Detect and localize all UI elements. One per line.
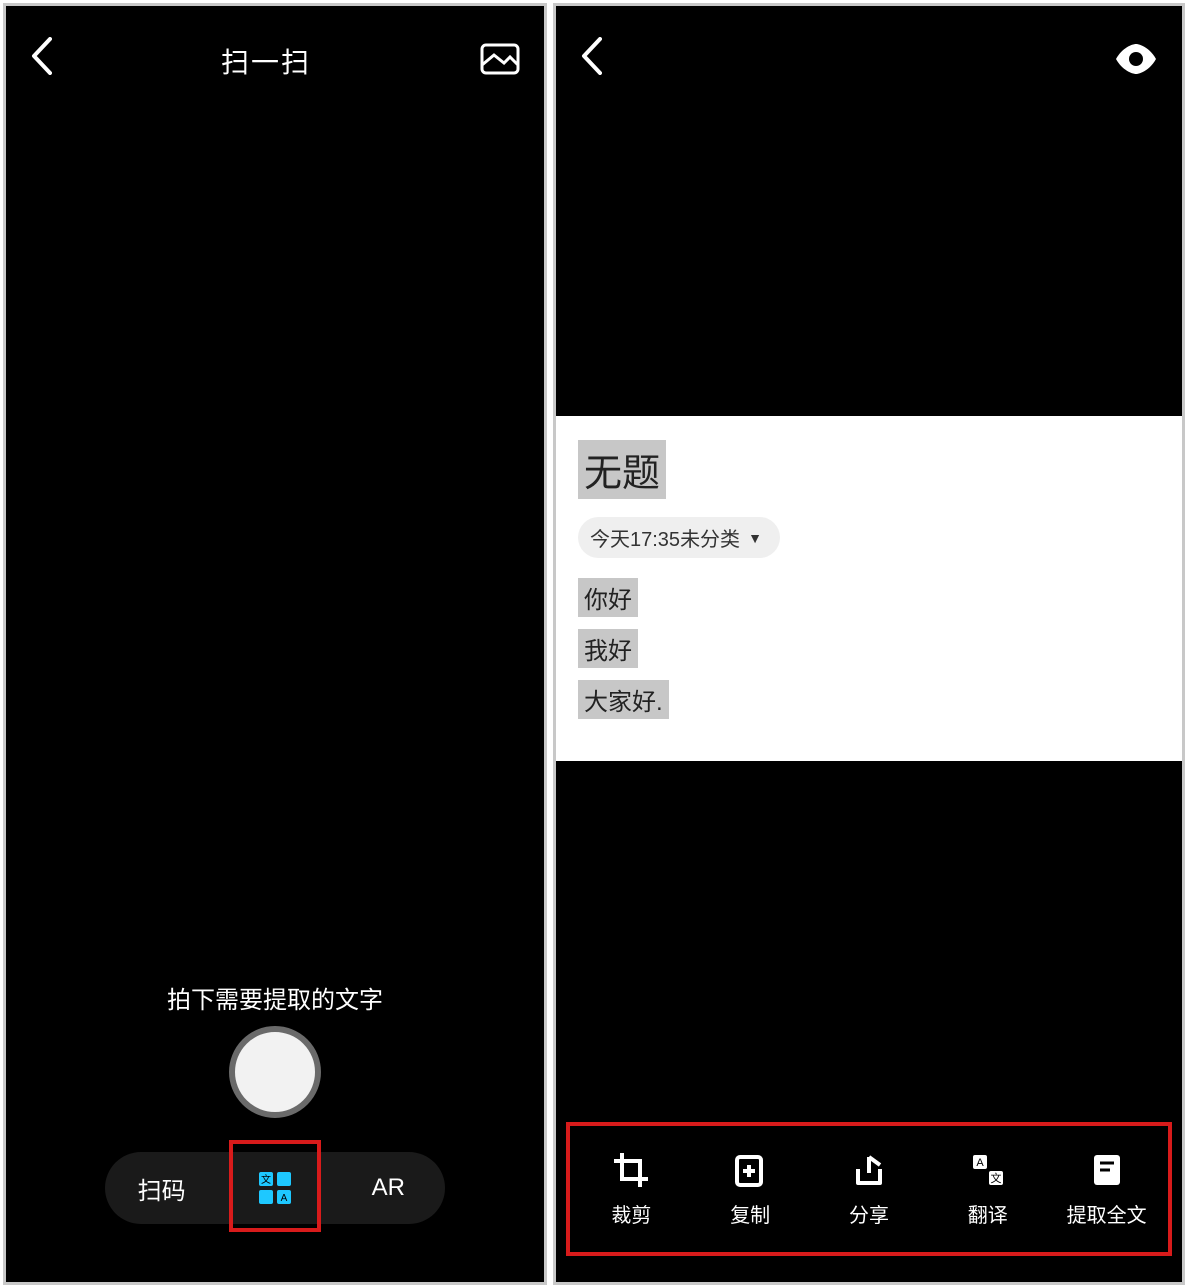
note-title[interactable]: 无题 [578, 440, 666, 499]
gallery-icon[interactable] [480, 43, 520, 80]
mode-translate-icon[interactable]: 文A [231, 1160, 319, 1216]
back-icon[interactable] [580, 37, 602, 85]
share-label: 分享 [849, 1199, 889, 1228]
note-line[interactable]: 我好 [578, 629, 638, 668]
copy-button[interactable]: 复制 [691, 1151, 810, 1228]
page-title: 扫一扫 [221, 41, 311, 81]
extract-label: 提取全文 [1067, 1199, 1147, 1228]
share-button[interactable]: 分享 [810, 1151, 929, 1228]
back-icon[interactable] [30, 37, 52, 85]
hint-text: 拍下需要提取的文字 [6, 980, 544, 1015]
copy-label: 复制 [730, 1199, 770, 1228]
content-panel: 无题 今天17:35未分类 ▼ 你好 我好 大家好. [556, 416, 1182, 761]
note-timestamp: 今天17:35 [590, 523, 680, 552]
translate-label: 翻译 [968, 1199, 1008, 1228]
extract-button[interactable]: 提取全文 [1047, 1151, 1166, 1228]
shutter-button[interactable] [229, 1026, 321, 1118]
note-meta[interactable]: 今天17:35未分类 ▼ [578, 517, 780, 558]
crop-label: 裁剪 [611, 1199, 651, 1228]
note-line[interactable]: 你好 [578, 578, 638, 617]
bottom-toolbar: 裁剪 复制 分享 A文 翻译 提取全文 [556, 1134, 1182, 1244]
eye-icon[interactable] [1114, 44, 1158, 79]
right-screen: 无题 今天17:35未分类 ▼ 你好 我好 大家好. 裁剪 复制 分享 A文 翻… [553, 3, 1185, 1285]
left-header: 扫一扫 [6, 6, 544, 116]
note-category: 未分类 [680, 523, 740, 552]
chevron-down-icon: ▼ [748, 530, 762, 546]
crop-button[interactable]: 裁剪 [572, 1151, 691, 1228]
left-screen: 扫一扫 拍下需要提取的文字 扫码 文A AR [3, 3, 547, 1285]
mode-ar[interactable]: AR [344, 1160, 432, 1216]
svg-text:A: A [281, 1193, 288, 1204]
note-line[interactable]: 大家好. [578, 680, 669, 719]
svg-text:A: A [976, 1157, 984, 1169]
mode-scan[interactable]: 扫码 [118, 1160, 206, 1216]
right-header [556, 6, 1182, 116]
translate-button[interactable]: A文 翻译 [928, 1151, 1047, 1228]
svg-text:文: 文 [261, 1173, 271, 1186]
svg-text:文: 文 [990, 1171, 1001, 1185]
mode-bar: 扫码 文A AR [105, 1152, 445, 1224]
